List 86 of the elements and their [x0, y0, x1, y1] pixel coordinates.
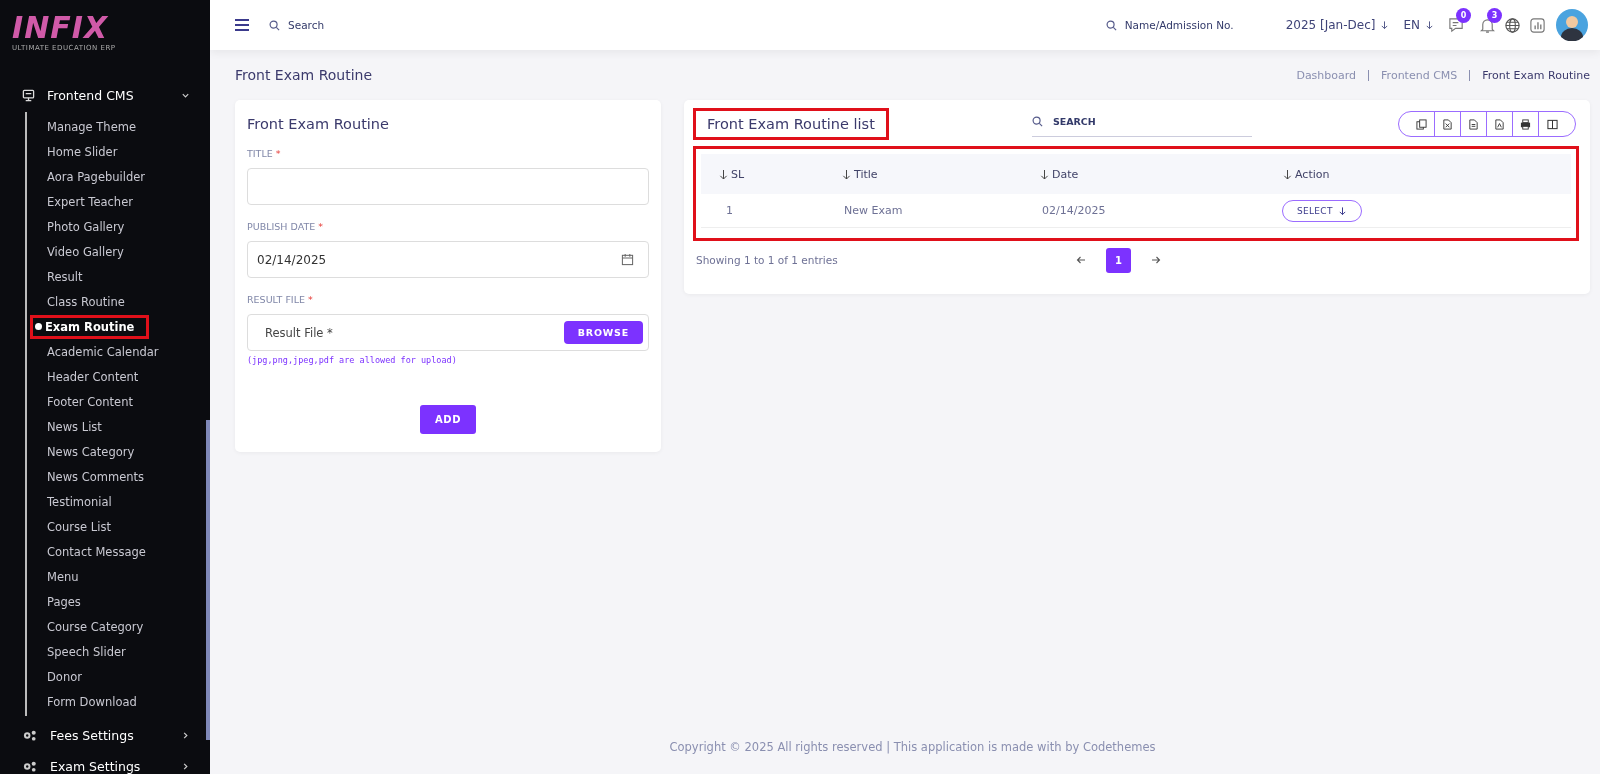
next-arrow-icon[interactable]	[1151, 255, 1161, 265]
active-dot-icon	[35, 323, 42, 330]
file-input[interactable]: Result File * BROWSE	[247, 314, 649, 351]
gears-icon	[22, 728, 38, 742]
menu-icon[interactable]	[235, 19, 249, 31]
arrow-down-icon	[1425, 20, 1434, 30]
sidebar-item[interactable]: Course List	[45, 517, 113, 536]
select-dropdown-button[interactable]: SELECT	[1282, 199, 1362, 222]
column-header[interactable]: Title	[824, 154, 1022, 194]
sidebar-item[interactable]: Donor	[45, 667, 84, 686]
arrow-down-icon	[1380, 20, 1390, 30]
sidebar-item[interactable]: Contact Message	[45, 542, 148, 561]
logo-wordmark: INFIX	[12, 12, 109, 44]
search-icon	[269, 19, 280, 31]
pdf-icon	[1494, 118, 1505, 130]
chart-icon[interactable]	[1529, 16, 1546, 34]
title-input[interactable]	[247, 168, 649, 205]
sidebar-item[interactable]: News List	[45, 417, 104, 436]
sidebar-item[interactable]: Header Content	[45, 367, 141, 386]
date-input[interactable]: 02/14/2025	[247, 241, 649, 278]
column-header[interactable]: SL	[701, 154, 824, 194]
breadcrumb-link[interactable]: Front Exam Routine	[1482, 68, 1590, 82]
column-header[interactable]: Date	[1022, 154, 1265, 194]
table-cell: 1	[701, 194, 824, 228]
field-label: RESULT FILE *	[247, 294, 314, 305]
sidebar-item[interactable]: Aora Pagebuilder	[45, 167, 148, 186]
page-button[interactable]: 1	[1106, 247, 1131, 273]
sidebar-item[interactable]: Video Gallery	[45, 242, 126, 261]
list-title: Front Exam Routine list	[696, 111, 886, 137]
chevron-right-icon	[181, 730, 190, 740]
sidebar-group[interactable]: Fees Settings	[0, 722, 210, 748]
globe-icon[interactable]	[1504, 16, 1521, 34]
sidebar-item[interactable]: Home Slider	[45, 142, 120, 161]
notification-count-badge: 3	[1487, 7, 1502, 23]
previous-arrow-icon[interactable]	[1076, 255, 1086, 265]
message-count-badge: 0	[1456, 7, 1471, 23]
document-icon	[1468, 118, 1479, 130]
arrow-down-icon	[1337, 205, 1347, 216]
sidebar-item[interactable]: Footer Content	[45, 392, 135, 411]
sidebar-item[interactable]: Expert Teacher	[45, 192, 135, 211]
field-label: TITLE *	[247, 148, 282, 159]
search-icon	[1105, 19, 1117, 31]
entries-info: Showing 1 to 1 of 1 entries	[696, 254, 839, 266]
chat-icon[interactable]	[1448, 16, 1465, 34]
browse-button[interactable]: BROWSE	[563, 321, 643, 344]
page-title: Front Exam Routine	[235, 67, 373, 83]
search-icon	[1031, 116, 1043, 127]
add-button[interactable]: ADD	[419, 405, 477, 434]
sidebar-item[interactable]: Menu	[45, 567, 81, 586]
sidebar-item[interactable]: Result	[45, 267, 85, 286]
sidebar-item[interactable]: Manage Theme	[45, 117, 138, 136]
field-label: PUBLISH DATE *	[247, 221, 324, 232]
table-cell: New Exam	[824, 194, 1022, 228]
sidebar-item[interactable]: Pages	[45, 592, 83, 611]
sidebar-item[interactable]: Course Category	[45, 617, 146, 636]
sidebar-group[interactable]: Frontend CMS	[0, 82, 210, 108]
sidebar-item[interactable]: Speech Slider	[45, 642, 128, 661]
column-header[interactable]: Action	[1265, 154, 1571, 194]
copyright-text: Copyright © 2025 All rights reserved | This application is made with by Codethemes	[668, 740, 1157, 756]
sidebar-item[interactable]: Photo Gallery	[45, 217, 127, 236]
sort-arrow-icon	[842, 168, 851, 180]
sort-arrow-icon	[1040, 168, 1049, 180]
bell-icon[interactable]	[1479, 16, 1496, 34]
columns-icon	[1546, 118, 1558, 130]
calendar-icon	[621, 253, 634, 266]
sidebar-item[interactable]: Testimonial	[45, 492, 114, 511]
print-icon	[1520, 118, 1531, 130]
form-title: Front Exam Routine	[247, 116, 390, 132]
avatar-icon[interactable]	[1556, 9, 1588, 41]
sidebar-item[interactable]: News Category	[45, 442, 137, 461]
spreadsheet-icon	[1442, 118, 1453, 130]
monitor-icon	[22, 88, 35, 102]
sidebar-group[interactable]: Exam Settings	[0, 753, 210, 774]
chevron-right-icon	[181, 761, 190, 771]
upload-hint: (jpg,png,jpeg,pdf are allowed for upload)	[247, 355, 458, 365]
language-dropdown[interactable]: EN	[1403, 18, 1420, 32]
sidebar-item[interactable]: News Comments	[45, 467, 147, 486]
sort-arrow-icon	[1283, 168, 1292, 180]
table-cell: 02/14/2025	[1022, 194, 1265, 228]
sort-arrow-icon	[719, 168, 728, 180]
copy-icon	[1416, 118, 1427, 130]
sidebar-item[interactable]: Academic Calendar	[45, 342, 161, 361]
sidebar-item[interactable]: Exam Routine	[33, 317, 147, 336]
sidebar-item[interactable]: Class Routine	[45, 292, 127, 311]
session-dropdown[interactable]: 2025 [Jan-Dec]	[1285, 18, 1376, 32]
sidebar-item[interactable]: Form Download	[45, 692, 139, 711]
